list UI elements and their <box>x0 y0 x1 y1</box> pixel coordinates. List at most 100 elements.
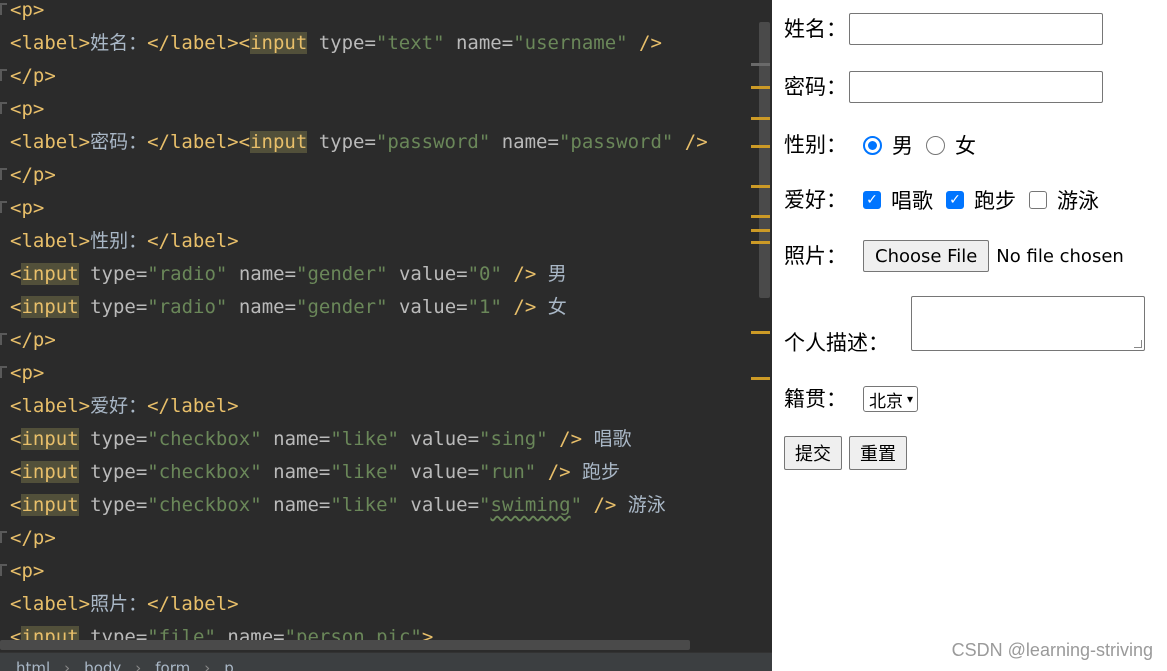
code-editor[interactable]: <p> <label>姓名：</label><input type="text" … <box>0 0 772 671</box>
code-line[interactable]: <p> <box>10 357 44 390</box>
code-token: /> <box>501 296 537 318</box>
code-line[interactable]: <input type="checkbox" name="like" value… <box>10 489 666 522</box>
code-line[interactable]: <input type="checkbox" name="like" value… <box>10 423 631 456</box>
code-token: 游泳 <box>616 494 666 516</box>
username-label: 姓名： <box>784 17 847 41</box>
code-line[interactable]: <input type="radio" name="gender" value=… <box>10 291 567 324</box>
horizontal-scrollbar[interactable] <box>0 640 690 650</box>
code-token: "checkbox" <box>147 428 262 450</box>
breadcrumb-item[interactable]: form <box>155 659 190 671</box>
fold-marker-icon[interactable] <box>0 564 7 576</box>
code-token: < <box>10 263 22 285</box>
photo-label: 照片： <box>784 244 847 268</box>
code-token: </label> <box>147 593 239 615</box>
code-token: "password" <box>558 131 674 153</box>
code-token: <label> <box>10 131 91 153</box>
checkmark-icon: ✓ <box>949 192 961 208</box>
fold-marker-icon[interactable] <box>0 366 7 378</box>
code-token: " <box>479 494 491 516</box>
scroll-marker[interactable] <box>751 86 770 89</box>
code-token: </label> <box>147 131 239 153</box>
code-line[interactable]: </p> <box>10 60 56 93</box>
scroll-marker[interactable] <box>751 229 770 232</box>
scroll-marker[interactable] <box>751 117 770 120</box>
code-token: type= <box>78 494 148 516</box>
gender-radio-female[interactable] <box>926 135 945 155</box>
code-token: "checkbox" <box>147 461 262 483</box>
code-line[interactable]: <label>性别：</label> <box>10 225 239 258</box>
code-token: value= <box>387 296 468 318</box>
code-line[interactable]: <p> <box>10 555 44 588</box>
browser-preview: 姓名： 密码： 性别： 男 女 爱好： ✓ 唱歌 ✓ 跑步 游泳 照片： Cho… <box>772 0 1167 671</box>
code-token: "1" <box>467 296 502 318</box>
fold-marker-icon[interactable] <box>0 3 7 15</box>
code-token: swiming <box>490 494 571 516</box>
submit-button[interactable]: 提交 <box>784 436 842 470</box>
code-token: name= <box>261 494 331 516</box>
fold-marker-icon[interactable] <box>0 201 7 213</box>
scroll-marker[interactable] <box>751 331 770 334</box>
code-token: "gender" <box>296 263 388 285</box>
gender-radio-male[interactable] <box>863 135 882 155</box>
username-input[interactable] <box>849 13 1103 45</box>
watermark: CSDN @learning-striving <box>951 640 1153 660</box>
code-token: type= <box>78 296 148 318</box>
code-token: "username" <box>513 32 628 54</box>
description-label: 个人描述： <box>784 331 889 355</box>
code-token: "text" <box>375 32 445 54</box>
code-token: 姓名： <box>90 32 148 54</box>
code-line[interactable]: <label>姓名：</label><input type="text" nam… <box>10 27 662 60</box>
city-select[interactable]: 北京 ▾ <box>863 386 919 412</box>
code-line[interactable]: <p> <box>10 93 44 126</box>
fold-marker-icon[interactable] <box>0 531 7 543</box>
code-token: name= <box>490 131 559 153</box>
code-token: "gender" <box>296 296 388 318</box>
password-input[interactable] <box>849 71 1103 103</box>
fold-marker-icon[interactable] <box>0 69 7 81</box>
code-token: < <box>238 131 251 153</box>
code-token: input <box>250 131 308 153</box>
code-token: < <box>10 494 22 516</box>
fold-marker-icon[interactable] <box>0 168 7 180</box>
code-line[interactable]: <input type="radio" name="gender" value=… <box>10 258 567 291</box>
breadcrumb-item[interactable]: html <box>16 659 50 671</box>
scroll-marker[interactable] <box>751 63 770 66</box>
scroll-marker[interactable] <box>751 185 770 188</box>
hobby-checkbox-swim[interactable] <box>1029 191 1047 209</box>
code-line[interactable]: <label>照片：</label> <box>10 588 239 621</box>
scroll-marker[interactable] <box>751 145 770 148</box>
city-selected-value: 北京 <box>869 391 903 412</box>
resize-handle-icon[interactable] <box>1134 340 1142 348</box>
code-line[interactable]: </p> <box>10 522 56 555</box>
hobby-checkbox-run[interactable]: ✓ <box>946 191 964 209</box>
code-token: input <box>250 32 308 54</box>
code-token: <p> <box>10 560 45 582</box>
choose-file-button[interactable]: Choose File <box>863 240 990 272</box>
password-label: 密码： <box>784 75 847 99</box>
fold-marker-icon[interactable] <box>0 333 7 345</box>
scroll-marker[interactable] <box>751 377 770 380</box>
description-textarea[interactable] <box>911 296 1145 351</box>
hobby-row: 爱好： ✓ 唱歌 ✓ 跑步 游泳 <box>784 185 1112 215</box>
fold-marker-icon[interactable] <box>0 102 7 114</box>
code-token: <label> <box>10 230 91 252</box>
code-token: " <box>570 494 583 516</box>
code-token: name= <box>261 428 331 450</box>
code-line[interactable]: <p> <box>10 0 44 27</box>
code-token: "like" <box>330 461 399 483</box>
breadcrumb-item[interactable]: p <box>224 659 234 671</box>
code-token: <label> <box>10 593 91 615</box>
breadcrumb-item[interactable]: body <box>84 659 121 671</box>
photo-row: 照片： Choose File No file chosen <box>784 240 1124 272</box>
code-token: </label> <box>147 230 239 252</box>
code-line[interactable]: </p> <box>10 159 56 192</box>
code-line[interactable]: </p> <box>10 324 56 357</box>
code-line[interactable]: <label>密码：</label><input type="password"… <box>10 126 708 159</box>
hobby-checkbox-sing[interactable]: ✓ <box>863 191 881 209</box>
code-line[interactable]: <label>爱好：</label> <box>10 390 239 423</box>
code-line[interactable]: <input type="checkbox" name="like" value… <box>10 456 620 489</box>
scroll-marker[interactable] <box>751 241 770 244</box>
reset-button[interactable]: 重置 <box>849 436 907 470</box>
scroll-marker[interactable] <box>751 215 770 218</box>
code-line[interactable]: <p> <box>10 192 44 225</box>
